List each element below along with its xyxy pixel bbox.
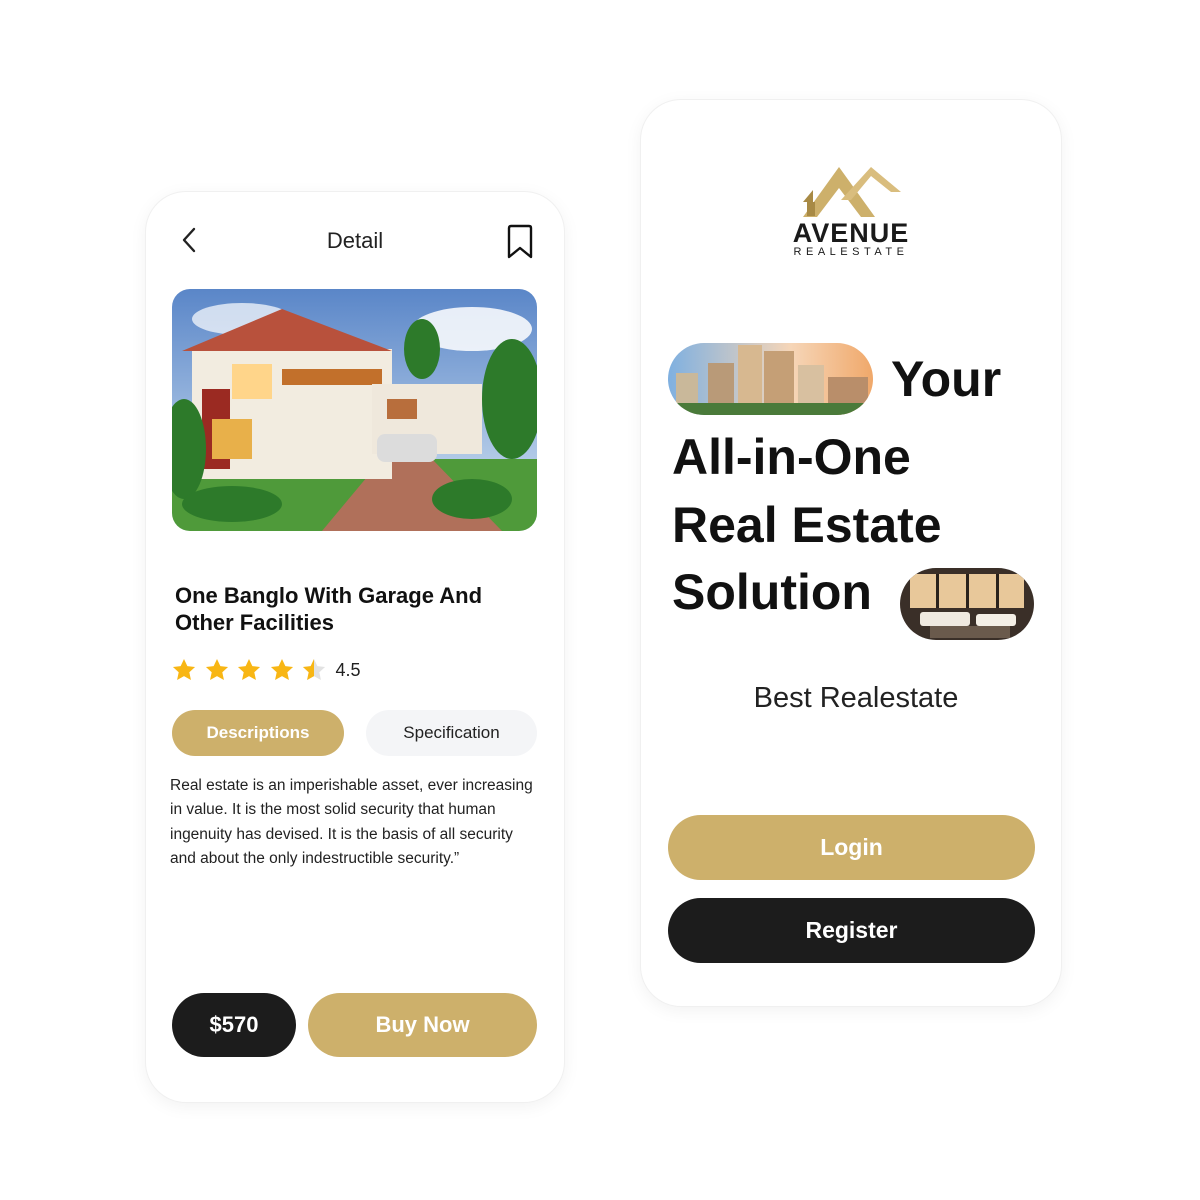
living-room-photo — [900, 568, 1034, 640]
star-icon — [172, 658, 196, 680]
tab-descriptions[interactable]: Descriptions — [172, 710, 344, 756]
rating: 4.5 — [171, 655, 361, 685]
property-title: One Banglo With Garage And Other Facilit… — [175, 583, 483, 635]
price-badge[interactable]: $570 — [172, 993, 296, 1057]
page-title: Detail — [326, 228, 384, 253]
half-star-icon — [302, 658, 326, 680]
description-text: Real estate is an imperishable asset, ev… — [170, 777, 533, 868]
property-photo — [172, 289, 537, 531]
headline-line-2: All-in-One — [672, 429, 911, 485]
detail-screen: Detail One Banglo With Garage And Other … — [146, 192, 564, 1102]
bookmark-icon — [507, 224, 533, 259]
welcome-screen: AVENUE REALESTATE Your All-in-One Real E… — [641, 100, 1061, 1006]
headline-line-3: Real Estate — [672, 497, 942, 553]
tagline: Best Realestate — [753, 682, 959, 714]
buy-now-button[interactable]: Buy Now — [308, 993, 537, 1057]
headline-line-4: Solution — [672, 564, 872, 620]
logo-name: AVENUE — [792, 218, 910, 248]
login-button[interactable]: Login — [668, 815, 1035, 880]
detail-header: Detail — [146, 192, 564, 292]
logo-subtitle: REALESTATE — [793, 246, 909, 258]
tab-specification[interactable]: Specification — [366, 710, 537, 756]
rating-value: 4.5 — [335, 659, 361, 680]
headline-line-1: Your — [891, 351, 1002, 407]
house-roof-logo-icon — [803, 167, 901, 217]
star-icon — [205, 658, 228, 680]
bookmark-button[interactable] — [504, 224, 536, 260]
city-buildings-photo — [668, 343, 873, 415]
star-icon — [237, 658, 261, 680]
star-icon — [270, 658, 293, 680]
register-button[interactable]: Register — [668, 898, 1035, 963]
